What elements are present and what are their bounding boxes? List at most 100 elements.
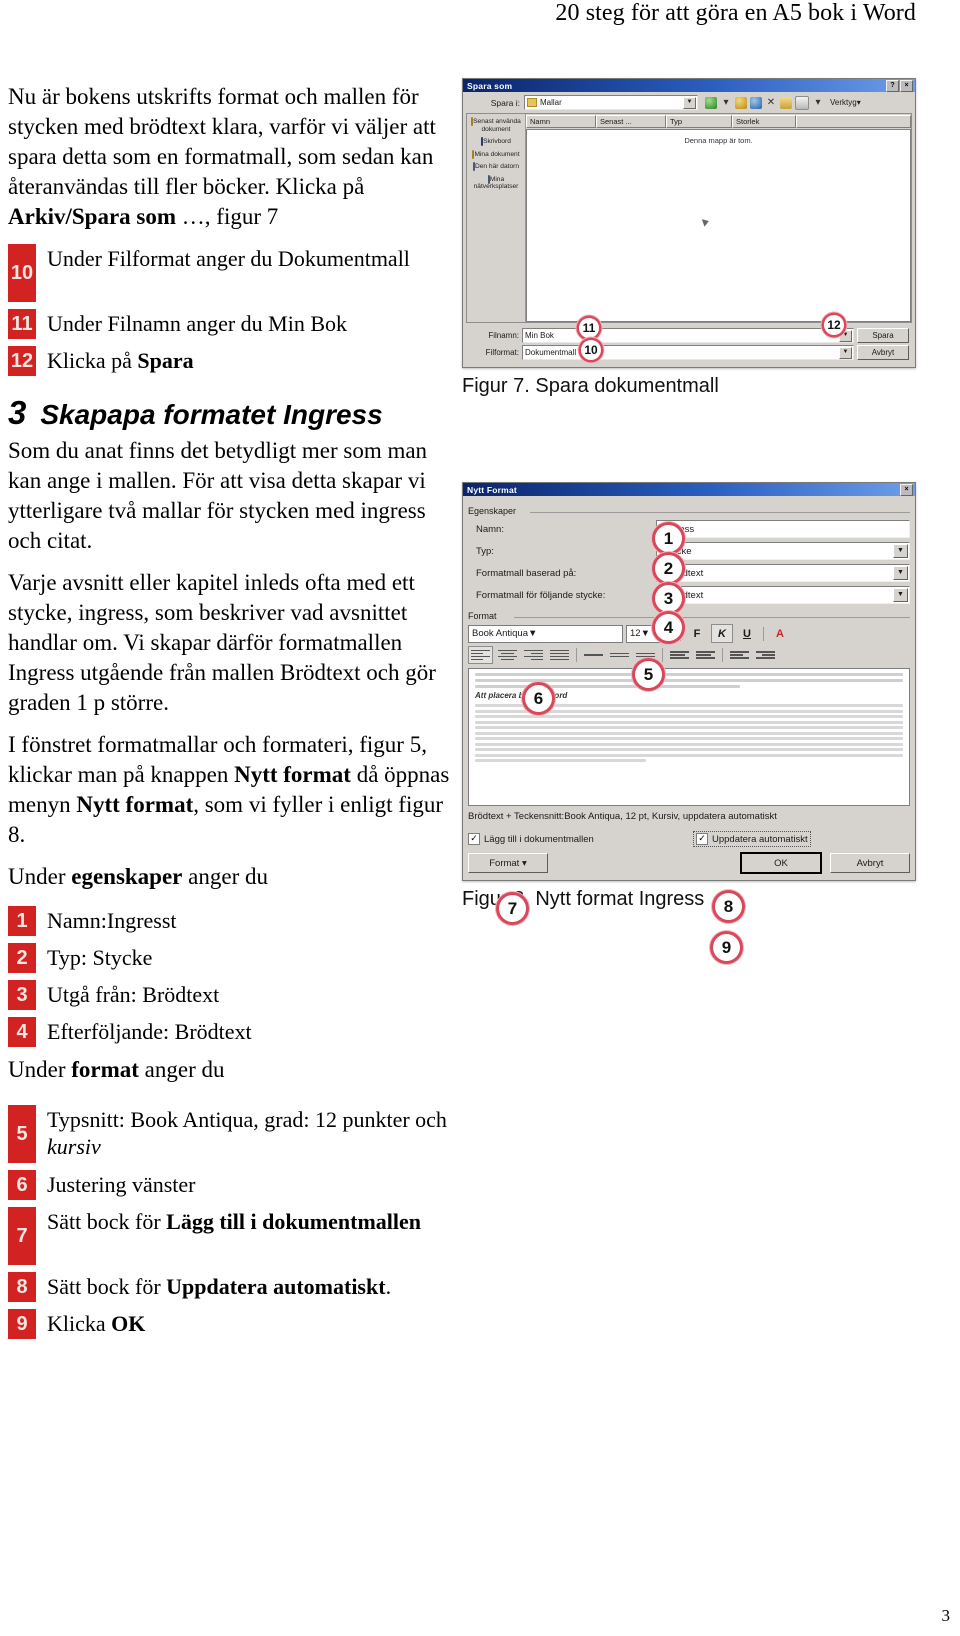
step-text: Klicka på Spara bbox=[36, 346, 456, 374]
step-text-bold: Lägg till i dokumentmallen bbox=[166, 1209, 422, 1234]
filetype-select[interactable]: Dokumentmall ▼ bbox=[522, 345, 854, 360]
align-justify-button[interactable] bbox=[548, 647, 571, 663]
line-spacing-single-button[interactable] bbox=[582, 647, 605, 663]
paragraph-4: I fönstret formatmallar och formateri, f… bbox=[8, 730, 456, 850]
list-item: 11 Under Filnamn anger du Min Bok bbox=[8, 309, 456, 339]
step-text-bold: OK bbox=[111, 1311, 146, 1336]
next-style-label: Formatmall för följande stycke: bbox=[476, 589, 606, 601]
search-icon[interactable] bbox=[750, 96, 762, 109]
column-header[interactable]: Senast ... bbox=[596, 115, 666, 128]
dialog-title: Nytt Format bbox=[467, 484, 517, 495]
save-in-combo[interactable]: Mallar ▼ bbox=[524, 95, 698, 110]
format-menu-button[interactable]: Format ▾ bbox=[468, 853, 548, 873]
add-to-template-label: Lägg till i dokumentmallen bbox=[484, 833, 594, 845]
name-input[interactable]: Ingress bbox=[656, 520, 910, 538]
save-button[interactable]: Spara bbox=[857, 328, 909, 343]
name-label: Namn: bbox=[476, 523, 504, 535]
step-badge: 3 bbox=[8, 980, 36, 1010]
list-item: 7 Sätt bock för Lägg till i dokumentmall… bbox=[8, 1207, 456, 1265]
based-on-select[interactable]: ¶ Brödtext ▼ bbox=[656, 564, 910, 582]
step-text: Namn:Ingresst bbox=[47, 908, 177, 933]
column-header[interactable]: Storlek bbox=[732, 115, 796, 128]
align-center-button[interactable] bbox=[496, 647, 519, 663]
underline-button[interactable]: U bbox=[736, 624, 758, 643]
bold-button[interactable]: F bbox=[686, 624, 708, 643]
dialog-buttons: Format ▾ OK Avbryt bbox=[468, 852, 910, 874]
column-header[interactable]: Typ bbox=[666, 115, 732, 128]
font-size-value: 12 bbox=[630, 628, 641, 639]
chevron-down-icon[interactable]: ▼ bbox=[839, 347, 852, 359]
cancel-button[interactable]: Avbryt bbox=[857, 345, 909, 360]
place-item[interactable]: Den här datorn bbox=[469, 162, 523, 171]
place-item[interactable]: Skrivbord bbox=[469, 137, 523, 146]
properties-group: Egenskaper bbox=[468, 506, 910, 516]
align-left-button[interactable] bbox=[468, 646, 493, 664]
auto-update-label: Uppdatera automatiskt bbox=[712, 833, 808, 845]
next-style-select[interactable]: ¶ Brödtext ▼ bbox=[656, 586, 910, 604]
delete-icon[interactable]: ✕ bbox=[765, 96, 777, 109]
filename-value: Min Bok bbox=[525, 331, 554, 340]
close-icon[interactable]: × bbox=[900, 79, 913, 92]
group-divider bbox=[514, 617, 910, 618]
new-folder-icon[interactable] bbox=[780, 96, 792, 109]
chevron-down-icon[interactable]: ▼ bbox=[641, 628, 650, 639]
align-right-button[interactable] bbox=[522, 647, 545, 663]
save-as-dialog[interactable]: Spara som ? × Spara i: Mallar ▼ ▾ ✕ ▾ Ve… bbox=[462, 78, 916, 368]
add-to-template-checkbox[interactable]: ✓ Lägg till i dokumentmallen bbox=[468, 831, 693, 847]
place-item[interactable]: Senast använda dokument bbox=[469, 117, 523, 133]
list-item: 9 Klicka OK bbox=[8, 1309, 456, 1339]
place-label: Mina nätverksplatser bbox=[473, 175, 519, 191]
step-badge: 11 bbox=[8, 309, 36, 339]
place-item[interactable]: Mina dokument bbox=[469, 149, 523, 159]
chevron-down-icon[interactable]: ▼ bbox=[683, 97, 696, 109]
column-header-filler bbox=[796, 115, 911, 128]
type-label: Typ: bbox=[476, 545, 494, 557]
step-text: Justering vänster bbox=[47, 1172, 196, 1197]
steps-egenskaper: 1 Namn:Ingresst 2 Typ: Stycke 3 Utgå frå… bbox=[8, 906, 456, 1047]
place-label: Senast använda dokument bbox=[473, 118, 521, 133]
new-style-dialog[interactable]: Nytt Format × Egenskaper Namn: Ingress bbox=[462, 482, 916, 961]
chevron-down-icon[interactable]: ▼ bbox=[893, 588, 908, 602]
column-headers: Namn Senast ... Typ Storlek bbox=[526, 114, 911, 129]
space-after-button[interactable] bbox=[694, 647, 717, 663]
auto-update-checkbox[interactable]: ✓ Uppdatera automatiskt bbox=[693, 831, 811, 847]
filetype-label: Filformat: bbox=[485, 348, 519, 357]
space-before-button[interactable] bbox=[668, 647, 691, 663]
up-folder-icon[interactable] bbox=[735, 96, 747, 109]
type-select[interactable]: Stycke ▼ bbox=[656, 542, 910, 560]
list-item: 1 Namn:Ingresst bbox=[8, 906, 456, 936]
step-badge: 10 bbox=[8, 244, 36, 302]
font-name-select[interactable]: Book Antiqua ▼ bbox=[468, 624, 623, 643]
dialog-titlebar: Spara som ? × bbox=[463, 79, 915, 92]
filename-input[interactable]: Min Bok ▼ bbox=[522, 328, 854, 343]
tools-menu[interactable]: Verktyg▾ bbox=[827, 98, 861, 107]
callout-badge-8: 8 bbox=[715, 893, 742, 920]
cancel-button[interactable]: Avbryt bbox=[830, 853, 910, 873]
chevron-down-icon: ▾ bbox=[521, 857, 527, 869]
list-item: 4 Efterföljande: Brödtext bbox=[8, 1017, 456, 1047]
decrease-indent-button[interactable] bbox=[728, 647, 751, 663]
chevron-down-icon[interactable]: ▼ bbox=[528, 628, 537, 639]
step-text-after: . bbox=[385, 1274, 392, 1299]
step-text-italic: kursiv bbox=[47, 1134, 101, 1159]
column-header[interactable]: Namn bbox=[526, 115, 596, 128]
chevron-down-icon[interactable]: ▼ bbox=[893, 566, 908, 580]
list-item: 3 Utgå från: Brödtext bbox=[8, 980, 456, 1010]
name-row: Namn: Ingress bbox=[468, 520, 910, 538]
running-head: 20 steg för att göra en A5 bok i Word bbox=[555, 0, 916, 26]
font-color-button[interactable]: A bbox=[769, 624, 791, 643]
file-list[interactable]: Denna mapp är tom. bbox=[526, 129, 911, 322]
views-icon[interactable] bbox=[795, 95, 809, 110]
line-spacing-1-5-button[interactable] bbox=[608, 647, 631, 663]
close-icon[interactable]: × bbox=[900, 483, 913, 496]
back-icon[interactable] bbox=[705, 96, 717, 109]
italic-button[interactable]: K bbox=[711, 624, 733, 643]
help-icon[interactable]: ? bbox=[886, 79, 899, 92]
type-row: Typ: Stycke ▼ bbox=[468, 542, 910, 560]
ok-button[interactable]: OK bbox=[740, 852, 822, 874]
increase-indent-button[interactable] bbox=[754, 647, 777, 663]
step-text-a: Klicka på bbox=[47, 348, 138, 373]
place-item[interactable]: Mina nätverksplatser bbox=[469, 174, 523, 191]
step-text-a: Typsnitt: Book Antiqua, grad: 12 punkter… bbox=[47, 1107, 447, 1132]
chevron-down-icon[interactable]: ▼ bbox=[893, 544, 908, 558]
